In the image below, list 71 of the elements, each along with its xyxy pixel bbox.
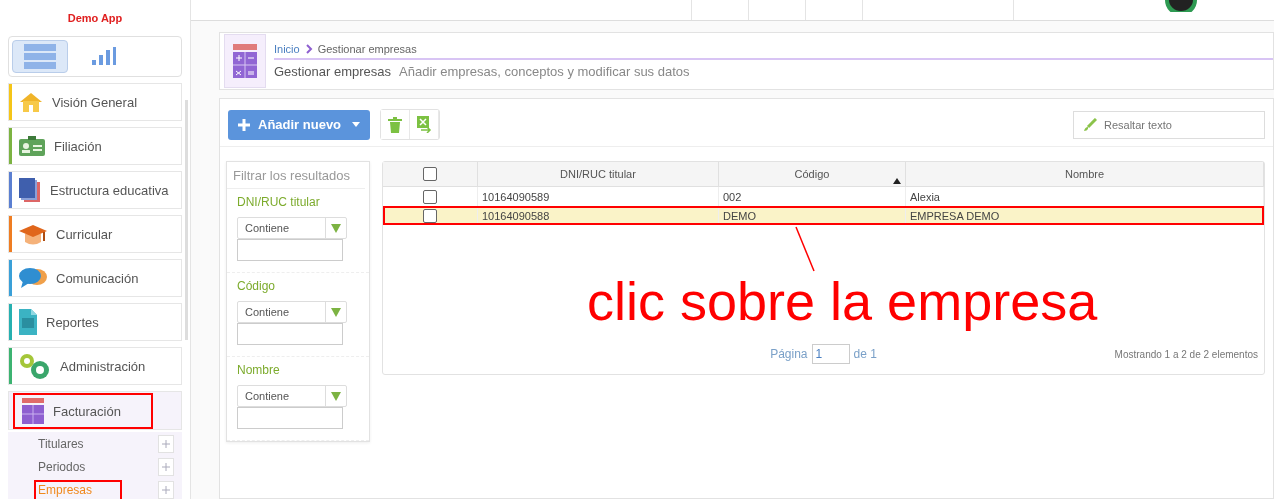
dropdown-arrow-icon (331, 307, 341, 317)
nav-item[interactable]: Comunicación (8, 259, 182, 297)
nav-label: Visión General (52, 94, 138, 110)
nav-item[interactable]: Visión General (8, 83, 182, 121)
filter-input[interactable] (237, 407, 343, 429)
calculator-icon (21, 397, 45, 425)
breadcrumb-current: Gestionar empresas (317, 43, 417, 55)
row-checkbox[interactable] (423, 208, 437, 223)
nav-item[interactable]: Reportes (8, 303, 182, 341)
speech-bubbles-icon (18, 266, 48, 290)
nav-item[interactable]: Estructura educativa (8, 171, 182, 209)
nav-label: Facturación (53, 403, 121, 419)
table-cell: EMPRESA DEMO (905, 206, 1264, 225)
bar-chart-icon (91, 46, 117, 67)
document-icon (18, 308, 38, 336)
table-cell: DEMO (718, 206, 906, 225)
column-header[interactable]: Nombre (905, 162, 1264, 187)
filter-panel-title: Filtrar los resultados (227, 162, 365, 189)
id-card-icon (18, 135, 46, 157)
caret-icon (352, 122, 360, 127)
app-title: Demo App (66, 12, 124, 26)
column-header[interactable]: Código (718, 162, 906, 187)
results-summary: Mostrando 1 a 2 de 2 elementos (1113, 348, 1258, 360)
page-label: Página (770, 347, 808, 361)
dropdown-arrow-icon (331, 223, 341, 233)
trash-icon (388, 116, 402, 133)
scrollbar[interactable] (185, 100, 188, 340)
sort-arrow-icon (893, 178, 901, 184)
dropdown-arrow-icon (331, 391, 341, 401)
select-all-checkbox[interactable] (423, 167, 437, 182)
plus-icon (158, 457, 174, 476)
avatar-icon (1164, 0, 1198, 12)
list-icon (22, 43, 58, 70)
page-subtitle: Añadir empresas, conceptos y modificar sus datos (399, 64, 690, 79)
table-row[interactable]: 10164090588 DEMO EMPRESA DEMO (383, 206, 1264, 225)
highlight-text-field[interactable]: Resaltar texto (1073, 110, 1265, 139)
page-title: Gestionar empresas (274, 64, 392, 79)
filter-input[interactable] (237, 239, 343, 261)
delete-button[interactable] (381, 110, 410, 139)
view-toggle[interactable] (12, 39, 68, 73)
spreadsheet-export-icon (416, 116, 432, 133)
row-checkbox[interactable] (423, 189, 437, 204)
nav-label: Comunicación (56, 270, 139, 286)
submenu-item[interactable]: Titulares (38, 436, 84, 451)
page-total: de 1 (853, 347, 877, 361)
nav-label: Administración (60, 358, 146, 374)
nav-label: Reportes (46, 314, 99, 330)
brush-icon (1083, 117, 1097, 132)
filter-label: Nombre (237, 363, 281, 377)
house-icon (18, 91, 44, 113)
nav-label: Curricular (56, 226, 113, 242)
nav-item[interactable]: Facturación (8, 391, 182, 430)
filter-label: DNI/RUC titular (237, 195, 321, 209)
book-icon (18, 177, 42, 203)
column-header[interactable]: DNI/RUC titular (477, 162, 719, 187)
submenu-item[interactable]: Periodos (38, 459, 86, 474)
nav-item[interactable]: Curricular (8, 215, 182, 253)
plus-icon (238, 118, 250, 131)
nav-item[interactable]: Filiación (8, 127, 182, 165)
filter-input[interactable] (237, 323, 343, 345)
gears-icon (18, 352, 52, 380)
chevron-icon (304, 44, 313, 54)
nav-label: Filiación (54, 138, 102, 154)
graduation-cap-icon (18, 222, 48, 246)
nav-label: Estructura educativa (50, 182, 169, 198)
leader-line (795, 226, 815, 272)
table-cell: 10164090588 (477, 206, 719, 225)
filter-label: Código (237, 279, 277, 293)
breadcrumb-link[interactable]: Inicio (274, 43, 300, 55)
nav-item[interactable]: Administración (8, 347, 182, 385)
page-number-field[interactable]: 1 (811, 344, 850, 364)
